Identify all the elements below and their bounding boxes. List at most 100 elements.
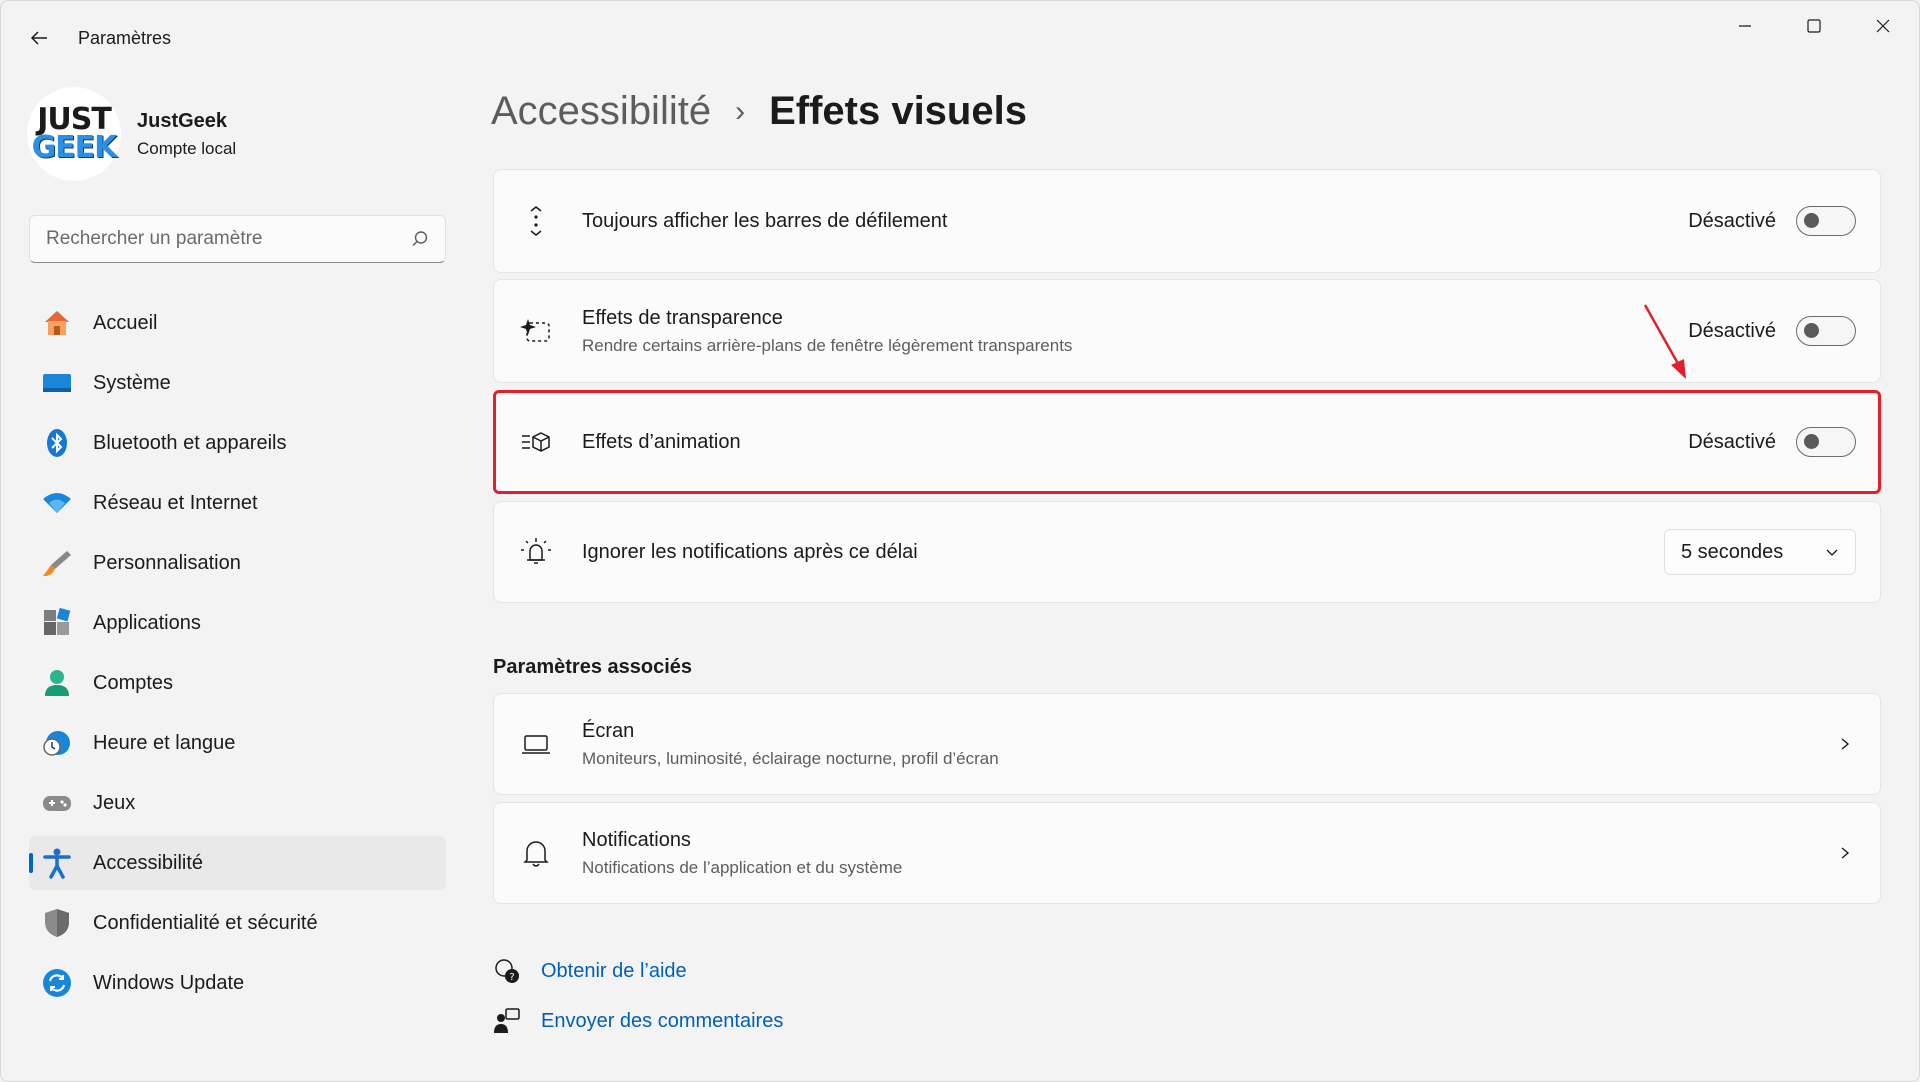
related-title: Écran: [582, 719, 635, 742]
feedback-link-row[interactable]: Envoyer des commentaires: [491, 1005, 783, 1037]
title-bar: Paramètres: [1, 1, 1919, 75]
sidebar-item-comptes[interactable]: Comptes: [29, 656, 446, 710]
minimize-icon: [1739, 25, 1751, 27]
sidebar-item-label: Accueil: [93, 311, 158, 334]
related-settings-heading: Paramètres associés: [493, 656, 693, 678]
close-icon: [1876, 19, 1890, 33]
breadcrumb: Accessibilité › Effets visuels: [491, 89, 1027, 134]
feedback-icon: [491, 1005, 523, 1037]
chevron-right-icon: [1841, 847, 1850, 859]
accessibility-icon: [41, 847, 73, 879]
sidebar-item-confidentialite[interactable]: Confidentialité et sécurité: [29, 896, 446, 950]
sidebar-item-bluetooth[interactable]: Bluetooth et appareils: [29, 416, 446, 470]
sidebar-item-label: Bluetooth et appareils: [93, 431, 287, 454]
animation-toggle[interactable]: [1796, 427, 1856, 457]
search-input[interactable]: [46, 228, 411, 250]
account-icon: [41, 667, 73, 699]
sidebar-nav: Accueil Système Bluetooth et appareils R…: [29, 296, 446, 1016]
sidebar-item-accessibilite[interactable]: Accessibilité: [29, 836, 446, 890]
related-subtitle: Notifications de l’application et du sys…: [582, 857, 903, 877]
related-subtitle: Moniteurs, luminosité, éclairage nocturn…: [582, 748, 999, 768]
shield-icon: [41, 907, 73, 939]
dropdown-value: 5 secondes: [1681, 540, 1784, 563]
transparency-toggle[interactable]: [1796, 316, 1856, 346]
sidebar-item-label: Comptes: [93, 671, 174, 694]
maximize-button[interactable]: [1780, 1, 1848, 51]
home-icon: [41, 307, 73, 339]
app-title: Paramètres: [78, 28, 172, 48]
sidebar-item-label: Jeux: [93, 791, 136, 814]
apps-icon: [41, 607, 73, 639]
notification-delay-dropdown[interactable]: 5 secondes: [1664, 529, 1856, 575]
close-button[interactable]: [1849, 1, 1917, 51]
sidebar-item-accueil[interactable]: Accueil: [29, 296, 446, 350]
chevron-right-icon: [1841, 738, 1850, 750]
setting-title: Ignorer les notifications après ce délai: [582, 540, 918, 563]
user-profile[interactable]: JUST GEEK JustGeek Compte local: [27, 87, 236, 181]
svg-text:?: ?: [509, 972, 514, 983]
back-arrow-icon: [30, 31, 47, 45]
help-link-row[interactable]: ? Obtenir de l’aide: [491, 955, 687, 987]
chevron-down-icon: [1826, 549, 1838, 556]
sidebar-item-jeux[interactable]: Jeux: [29, 776, 446, 830]
clock-globe-icon: [41, 727, 73, 759]
sidebar-item-label: Accessibilité: [93, 851, 204, 874]
setting-scrollbars: Toujours afficher les barres de défileme…: [493, 169, 1881, 273]
setting-transparency: Effets de transparence Rendre certains a…: [493, 279, 1881, 383]
feedback-link[interactable]: Envoyer des commentaires: [541, 1010, 783, 1033]
update-icon: [41, 967, 73, 999]
setting-title: Effets de transparence: [582, 306, 783, 329]
sidebar-item-label: Confidentialité et sécurité: [93, 911, 318, 934]
scrollbars-toggle[interactable]: [1796, 206, 1856, 236]
sidebar-item-systeme[interactable]: Système: [29, 356, 446, 410]
gamepad-icon: [41, 787, 73, 819]
related-title: Notifications: [582, 828, 691, 851]
sidebar-item-applications[interactable]: Applications: [29, 596, 446, 650]
scrollbar-icon: [520, 205, 552, 237]
profile-account-type: Compte local: [137, 138, 237, 158]
related-item-notifications[interactable]: Notifications Notifications de l’applica…: [493, 802, 1881, 904]
sidebar-item-personnalisation[interactable]: Personnalisation: [29, 536, 446, 590]
maximize-icon: [1807, 19, 1821, 33]
setting-title: Effets d’animation: [582, 430, 741, 453]
transparency-icon: [520, 315, 552, 347]
back-button[interactable]: [19, 19, 59, 57]
sidebar-item-label: Système: [93, 371, 171, 394]
minimize-button[interactable]: [1711, 1, 1779, 51]
breadcrumb-parent[interactable]: Accessibilité: [491, 89, 711, 134]
toggle-state-label: Désactivé: [1688, 209, 1776, 232]
setting-notification-delay: Ignorer les notifications après ce délai…: [493, 501, 1881, 603]
sidebar-item-label: Heure et langue: [93, 731, 236, 754]
toggle-state-label: Désactivé: [1688, 430, 1776, 453]
notification-timer-icon: [520, 536, 552, 568]
sidebar-item-reseau[interactable]: Réseau et Internet: [29, 476, 446, 530]
help-icon: ?: [491, 955, 523, 987]
related-item-ecran[interactable]: Écran Moniteurs, luminosité, éclairage n…: [493, 693, 1881, 795]
search-icon[interactable]: [411, 230, 429, 248]
page-title: Effets visuels: [769, 89, 1027, 133]
brush-icon: [41, 547, 73, 579]
help-link[interactable]: Obtenir de l’aide: [541, 960, 687, 983]
sidebar-item-heure-langue[interactable]: Heure et langue: [29, 716, 446, 770]
setting-title: Toujours afficher les barres de défileme…: [582, 209, 948, 232]
sidebar-item-label: Applications: [93, 611, 201, 634]
breadcrumb-separator: ›: [735, 94, 746, 128]
sidebar-item-label: Réseau et Internet: [93, 491, 258, 514]
system-icon: [41, 367, 73, 399]
logo-line-2: GEEK: [31, 130, 118, 165]
toggle-state-label: Désactivé: [1688, 319, 1776, 342]
setting-subtitle: Rendre certains arrière-plans de fenêtre…: [582, 335, 1073, 355]
animation-icon: [520, 426, 552, 458]
sidebar-item-label: Windows Update: [93, 971, 245, 994]
sidebar-item-windows-update[interactable]: Windows Update: [29, 956, 446, 1010]
laptop-icon: [520, 728, 552, 760]
bluetooth-icon: [41, 427, 73, 459]
profile-name: JustGeek: [137, 109, 228, 132]
setting-animation: Effets d’animation Désactivé: [493, 390, 1881, 494]
settings-window: Paramètres JUST GEEK JustGeek Compte loc…: [0, 0, 1920, 1082]
wifi-icon: [41, 487, 73, 519]
avatar: JUST GEEK: [27, 87, 121, 181]
sidebar-item-label: Personnalisation: [93, 551, 241, 574]
search-box[interactable]: [29, 215, 446, 263]
bell-icon: [520, 837, 552, 869]
